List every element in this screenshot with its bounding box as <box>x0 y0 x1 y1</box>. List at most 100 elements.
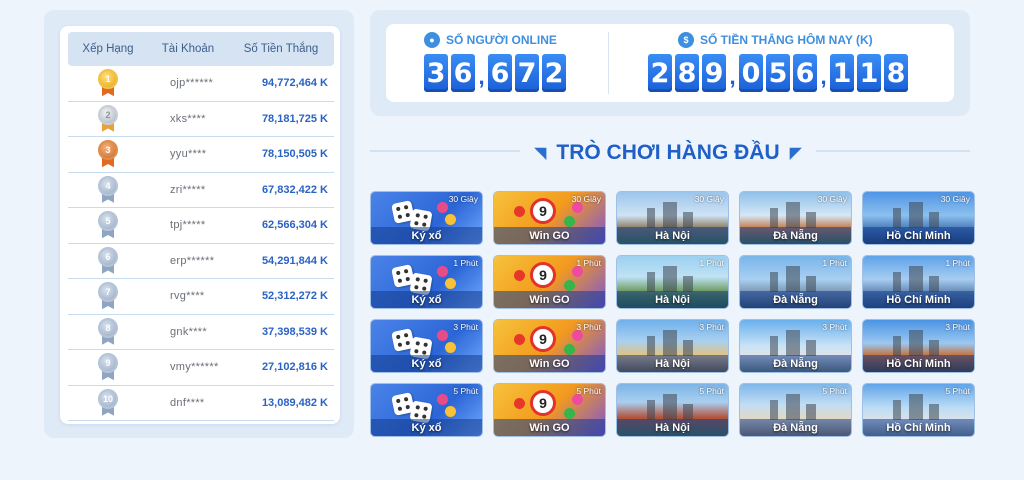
game-tile[interactable]: 1 Phút Đà Nẵng <box>739 255 852 309</box>
winning-amount: 67,832,422 K <box>261 183 328 196</box>
rank-number: 6 <box>98 246 118 267</box>
leaderboard-row: 7 rvg**** 52,312,272 K <box>68 279 334 315</box>
winning-amount: 62,566,304 K <box>261 219 328 232</box>
game-tile[interactable]: 3 Phút Hà Nội <box>616 319 729 373</box>
counter-digit: 6 <box>793 54 817 92</box>
chevron-left-icon: ◥ <box>534 145 547 162</box>
game-tile[interactable]: 30 Giây Hà Nội <box>616 191 729 245</box>
ball-icon: 9 <box>530 326 556 352</box>
game-duration: 3 Phút <box>453 322 478 332</box>
leaderboard-card: Xếp Hạng Tài Khoản Số Tiền Thắng 1 ojp***… <box>60 26 340 424</box>
rank-number: 2 <box>98 104 118 125</box>
game-duration: 5 Phút <box>576 386 601 396</box>
game-name: Hà Nội <box>617 291 728 308</box>
heading-line-left <box>370 150 520 152</box>
counter-separator: , <box>729 64 736 89</box>
leaderboard-row: 2 xks**** 78,181,725 K <box>68 102 334 137</box>
leaderboard-row: 1 ojp****** 94,772,464 K <box>68 66 334 102</box>
rank-number: 9 <box>98 353 118 374</box>
game-tile[interactable]: 30 Giây Hồ Chí Minh <box>862 191 975 245</box>
game-tile[interactable]: 5 Phút Đà Nẵng <box>739 383 852 437</box>
counter-digit: 2 <box>542 54 566 92</box>
game-tile[interactable]: 9 30 Giây Win GO <box>493 191 606 245</box>
game-name: Win GO <box>494 227 605 244</box>
users-icon: ● <box>424 32 440 48</box>
game-name: Hà Nội <box>617 419 728 436</box>
online-counter: 36,672 <box>424 54 569 92</box>
game-duration: 3 Phút <box>945 322 970 332</box>
counter-digit: 8 <box>675 54 699 92</box>
today-label-row: $ SỐ TIỀN THẮNG HÔM NAY (K) <box>678 32 911 48</box>
header-rank: Xếp Hạng <box>82 43 134 55</box>
rank-number: 3 <box>98 140 118 161</box>
game-duration: 1 Phút <box>576 258 601 268</box>
game-duration: 30 Giây <box>940 194 970 204</box>
game-tile[interactable]: 30 Giây Ký xổ <box>370 191 483 245</box>
game-name: Hà Nội <box>617 355 728 372</box>
game-name: Hồ Chí Minh <box>863 227 974 244</box>
medal-icon: 9 <box>97 353 119 381</box>
game-duration: 1 Phút <box>945 258 970 268</box>
header-account: Tài Khoản <box>161 43 215 55</box>
game-tile[interactable]: 5 Phút Hà Nội <box>616 383 729 437</box>
rank-cell: 9 <box>68 353 148 381</box>
leaderboard-rows: 1 ojp****** 94,772,464 K 2 xks**** 78,181,725… <box>68 66 334 421</box>
counter-digit: 1 <box>830 54 854 92</box>
leaderboard-row: 3 yyu**** 78,150,505 K <box>68 137 334 173</box>
game-duration: 1 Phút <box>822 258 847 268</box>
game-duration: 30 Giây <box>571 194 601 204</box>
game-grid: 30 Giây Ký xổ 9 30 Giây Win GO 30 Giây Hà Nội 3… <box>370 191 975 437</box>
account-name: zri***** <box>170 183 206 196</box>
game-tile[interactable]: 9 1 Phút Win GO <box>493 255 606 309</box>
game-duration: 1 Phút <box>453 258 478 268</box>
account-name: tpj***** <box>170 219 206 232</box>
game-tile[interactable]: 3 Phút Đà Nẵng <box>739 319 852 373</box>
game-name: Đà Nẵng <box>740 355 851 372</box>
game-tile[interactable]: 1 Phút Ký xổ <box>370 255 483 309</box>
game-tile[interactable]: 30 Giây Đà Nẵng <box>739 191 852 245</box>
game-name: Ký xổ <box>371 355 482 372</box>
today-counter: 289,056,118 <box>648 54 911 92</box>
game-name: Hồ Chí Minh <box>863 291 974 308</box>
game-tile[interactable]: 1 Phút Hồ Chí Minh <box>862 255 975 309</box>
game-duration: 5 Phút <box>822 386 847 396</box>
game-tile[interactable]: 3 Phút Hồ Chí Minh <box>862 319 975 373</box>
account-name: vmy****** <box>170 361 219 374</box>
rank-cell: 5 <box>68 211 148 239</box>
winning-amount: 94,772,464 K <box>261 77 328 90</box>
game-tile[interactable]: 5 Phút Ký xổ <box>370 383 483 437</box>
game-tile[interactable]: 1 Phút Hà Nội <box>616 255 729 309</box>
game-name: Ký xổ <box>371 227 482 244</box>
counter-digit: 3 <box>424 54 448 92</box>
game-duration: 3 Phút <box>699 322 724 332</box>
winning-amount: 13,089,482 K <box>261 396 328 409</box>
medal-icon: 1 <box>97 69 119 97</box>
game-duration: 30 Giây <box>694 194 724 204</box>
heading-line-right <box>816 150 970 152</box>
game-tile[interactable]: 9 5 Phút Win GO <box>493 383 606 437</box>
game-duration: 5 Phút <box>945 386 970 396</box>
counter-digit: 7 <box>515 54 539 92</box>
ball-icon: 9 <box>530 198 556 224</box>
counter-digit: 6 <box>451 54 475 92</box>
leaderboard-row: 10 dnf**** 13,089,482 K <box>68 386 334 421</box>
winning-amount: 27,102,816 K <box>261 361 328 374</box>
rank-number: 10 <box>98 388 118 409</box>
game-tile[interactable]: 3 Phút Ký xổ <box>370 319 483 373</box>
rank-number: 4 <box>98 175 118 196</box>
leaderboard-row: 5 tpj***** 62,566,304 K <box>68 208 334 244</box>
winning-amount: 54,291,844 K <box>261 254 328 267</box>
account-name: rvg**** <box>170 290 205 303</box>
game-name: Win GO <box>494 291 605 308</box>
account-name: gnk**** <box>170 325 207 338</box>
medal-icon: 2 <box>97 104 119 133</box>
game-tile[interactable]: 9 3 Phút Win GO <box>493 319 606 373</box>
stats-card: ● SỐ NGƯỜI ONLINE 36,672 $ SỐ TIỀN THẮNG… <box>386 24 954 102</box>
rank-cell: 6 <box>68 246 148 275</box>
counter-digit: 5 <box>766 54 790 92</box>
game-tile[interactable]: 5 Phút Hồ Chí Minh <box>862 383 975 437</box>
winning-amount: 78,150,505 K <box>261 148 328 161</box>
ball-icon: 9 <box>530 390 556 416</box>
medal-icon: 6 <box>97 246 119 275</box>
counter-digit: 1 <box>857 54 881 92</box>
